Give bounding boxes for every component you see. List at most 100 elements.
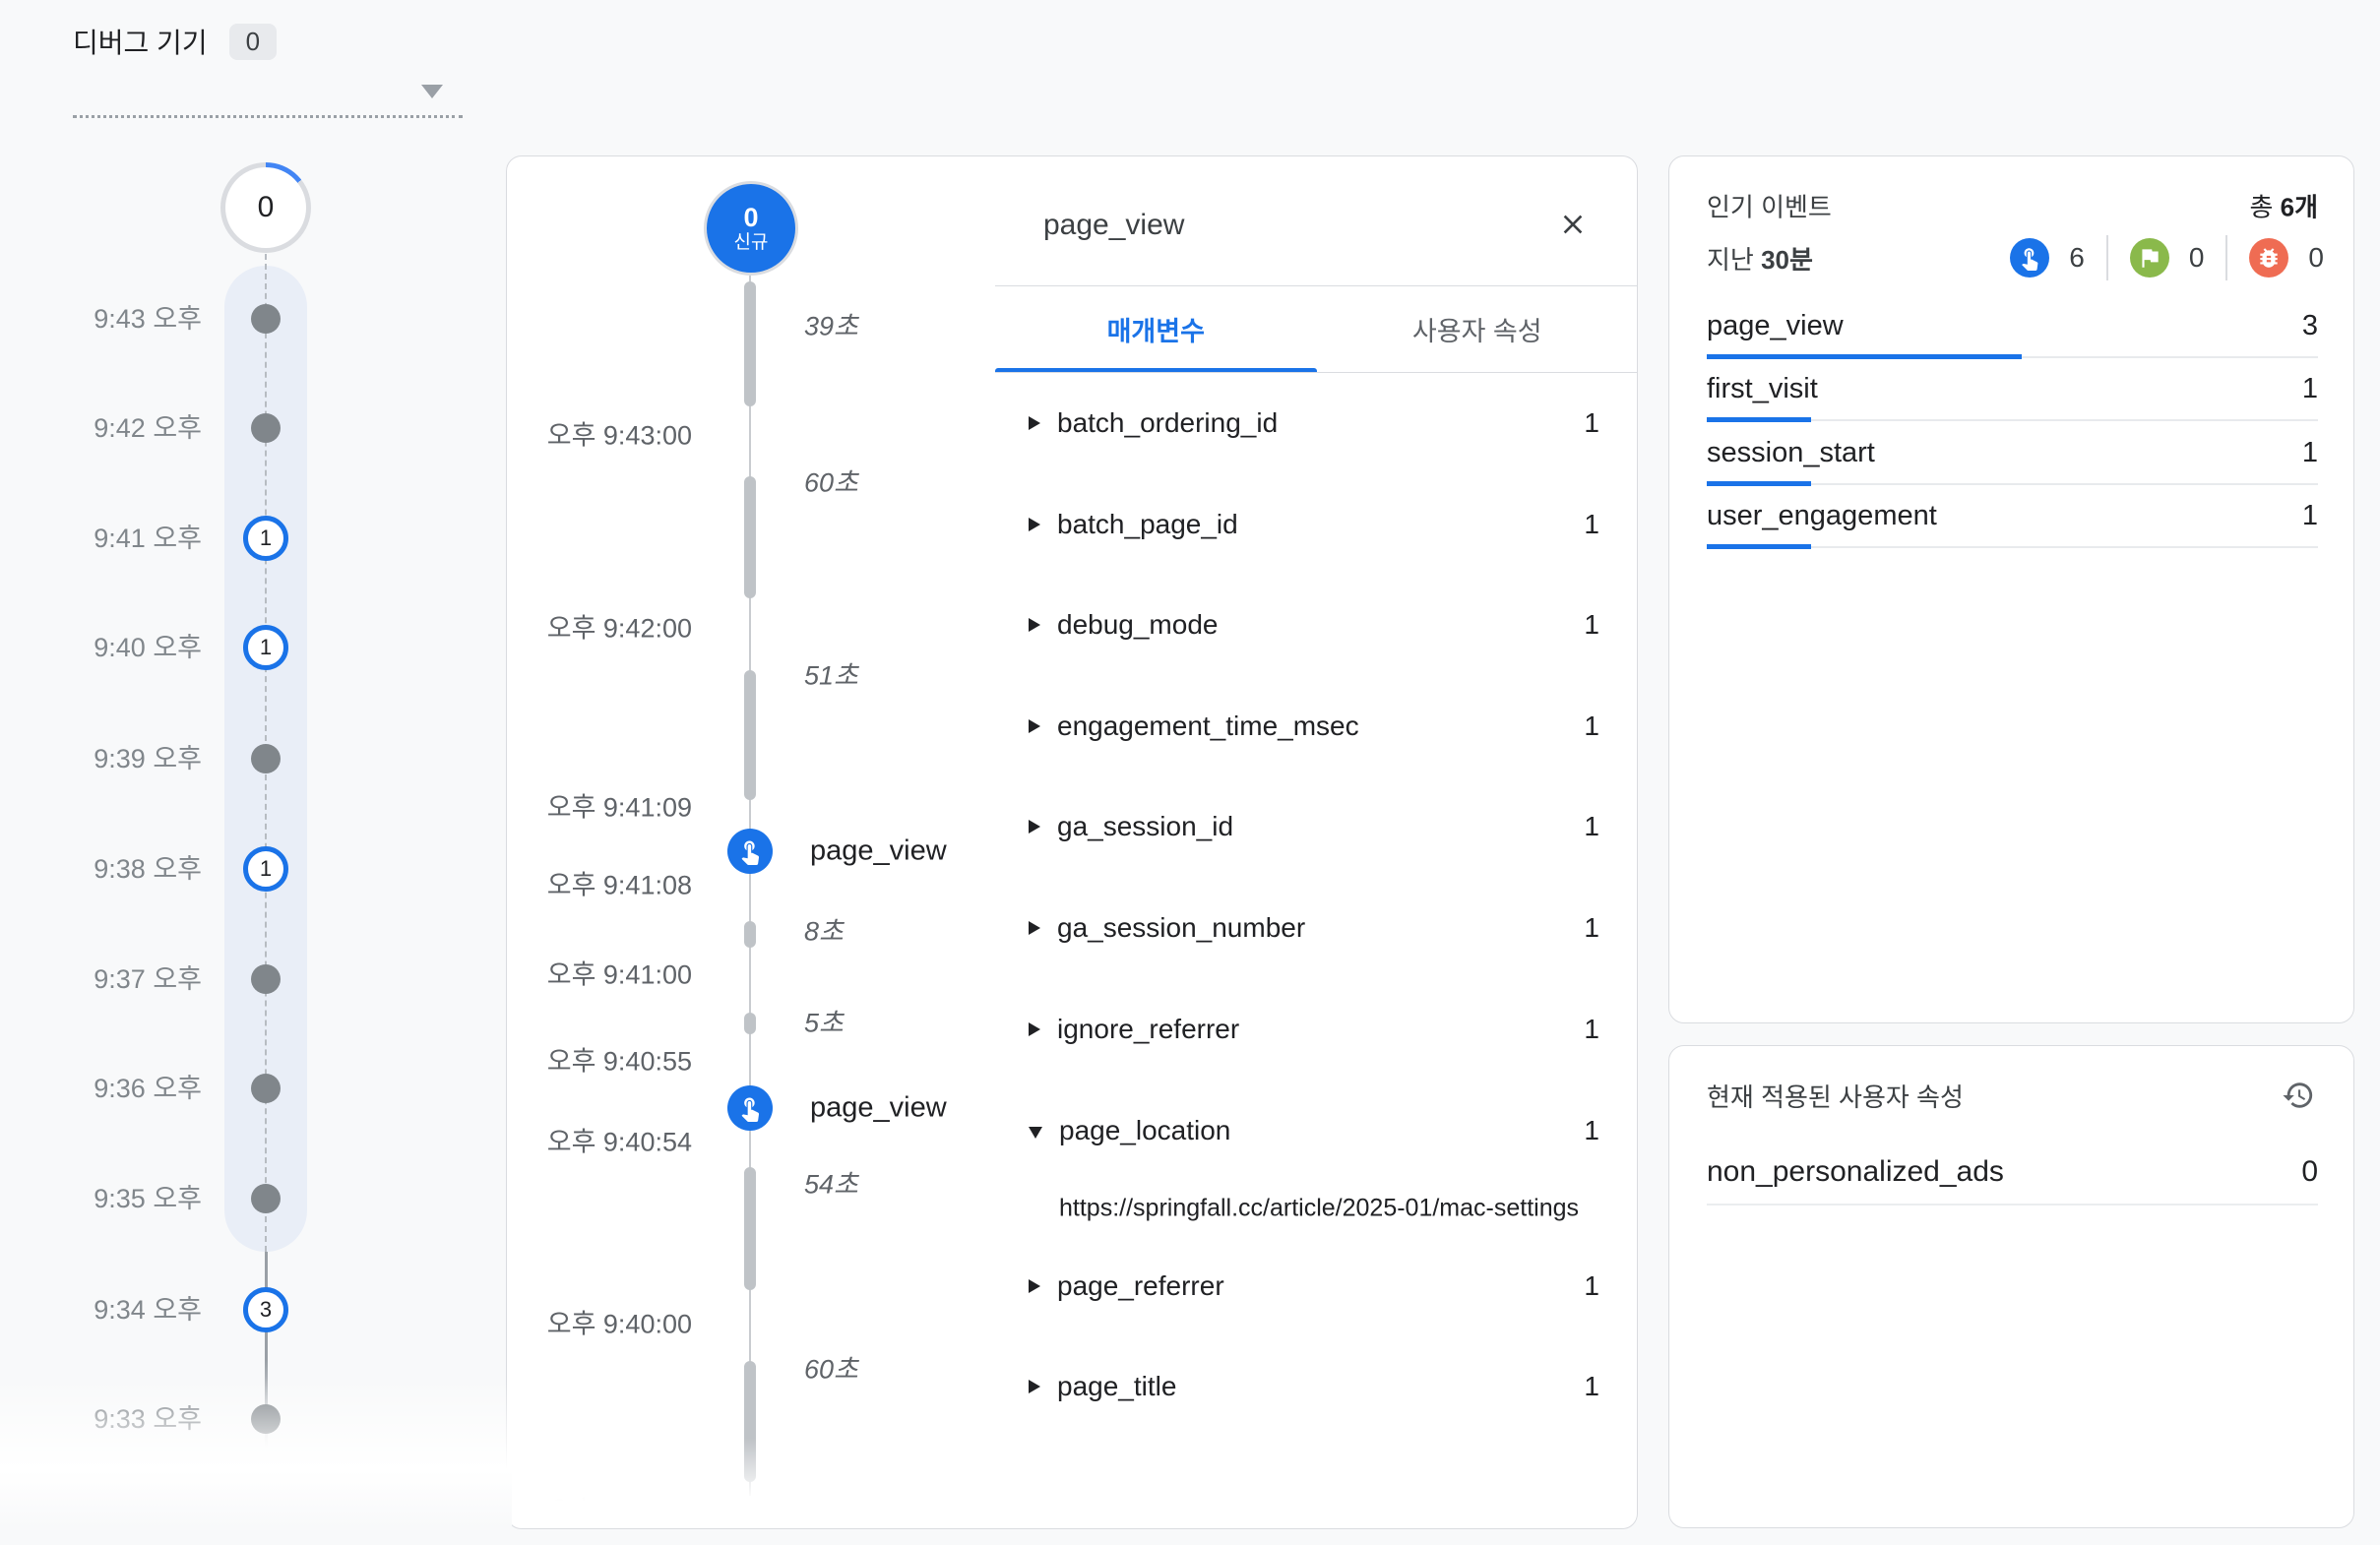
tick-time-label: 9:42 오후 bbox=[0, 404, 202, 452]
engagement-capsule bbox=[744, 670, 756, 800]
current-minute-counter-ring: 0 bbox=[220, 162, 311, 253]
event-bar-fill bbox=[1707, 481, 1811, 486]
tick-time-label: 9:37 오후 bbox=[0, 956, 202, 1003]
touch-event-icon[interactable] bbox=[727, 1085, 773, 1131]
user-property-separator bbox=[1707, 1204, 2318, 1205]
parameter-row[interactable]: page_title 1 bbox=[1029, 1371, 1599, 1402]
parameter-row[interactable]: page_location 1 bbox=[1029, 1115, 1599, 1146]
engagement-capsule bbox=[744, 476, 756, 598]
metric-counter[interactable]: 0 bbox=[2249, 238, 2324, 278]
metric-count: 0 bbox=[2308, 242, 2324, 274]
parameter-count: 1 bbox=[1584, 609, 1599, 641]
parameter-count: 1 bbox=[1584, 912, 1599, 944]
tick-count-marker[interactable]: 3 bbox=[243, 1287, 288, 1332]
timeline-tick[interactable]: 9:35 오후 bbox=[0, 1175, 512, 1222]
parameter-name: page_title bbox=[1057, 1371, 1176, 1402]
top-events-header: 인기 이벤트 총 6개 bbox=[1707, 188, 2318, 224]
timeline-tick[interactable]: 9:41 오후 1 bbox=[0, 515, 512, 562]
timeline-tick[interactable]: 9:37 오후 bbox=[0, 956, 512, 1003]
parameter-name: engagement_time_msec bbox=[1057, 711, 1359, 742]
parameter-name: ga_session_number bbox=[1057, 912, 1305, 944]
stream-event-name[interactable]: page_view bbox=[810, 1092, 947, 1125]
engagement-duration-label: 8초 bbox=[804, 910, 844, 949]
metric-divider bbox=[2225, 235, 2227, 280]
tick-count-marker[interactable]: 1 bbox=[243, 516, 288, 561]
expand-arrow-icon bbox=[1029, 1022, 1040, 1036]
parameter-count: 1 bbox=[1584, 509, 1599, 540]
timeline-bottom-fade bbox=[0, 1378, 512, 1545]
metric-counter[interactable]: 0 bbox=[2130, 238, 2205, 278]
event-count: 1 bbox=[2302, 437, 2318, 469]
tick-dot-marker[interactable] bbox=[251, 413, 281, 443]
tick-count-marker[interactable]: 1 bbox=[243, 625, 288, 670]
engagement-duration-label: 54초 bbox=[804, 1163, 858, 1202]
event-bar-fill bbox=[1707, 417, 1811, 422]
parameter-row[interactable]: debug_mode 1 bbox=[1029, 609, 1599, 641]
engagement-duration-label: 51초 bbox=[804, 654, 858, 693]
event-stream-line bbox=[749, 276, 751, 1496]
top-event-row[interactable]: first_visit 1 bbox=[1707, 362, 2318, 426]
close-icon bbox=[1557, 209, 1589, 240]
top-event-row[interactable]: session_start 1 bbox=[1707, 425, 2318, 489]
metric-divider bbox=[2106, 235, 2108, 280]
event-bar-fill bbox=[1707, 544, 1811, 549]
expand-arrow-icon bbox=[1029, 1127, 1042, 1139]
tick-time-label: 9:38 오후 bbox=[0, 845, 202, 893]
stream-timestamp: 오후 9:42:00 bbox=[507, 607, 692, 646]
close-button[interactable] bbox=[1551, 203, 1595, 246]
top-event-row[interactable]: page_view 3 bbox=[1707, 298, 2318, 362]
expand-arrow-icon bbox=[1029, 416, 1040, 430]
timeline-tick[interactable]: 9:36 오후 bbox=[0, 1065, 512, 1112]
top-event-row[interactable]: user_engagement 1 bbox=[1707, 489, 2318, 553]
parameter-row[interactable]: engagement_time_msec 1 bbox=[1029, 711, 1599, 742]
history-button[interactable] bbox=[2279, 1076, 2318, 1115]
tick-dot-marker[interactable] bbox=[251, 744, 281, 773]
parameter-row[interactable]: batch_page_id 1 bbox=[1029, 509, 1599, 540]
engagement-duration-label: 60초 bbox=[804, 462, 858, 500]
parameter-row[interactable]: ga_session_id 1 bbox=[1029, 811, 1599, 842]
stream-timestamp: 오후 9:40:00 bbox=[507, 1303, 692, 1341]
parameter-row[interactable]: ga_session_number 1 bbox=[1029, 912, 1599, 944]
parameter-count: 1 bbox=[1584, 1115, 1599, 1146]
engagement-duration-label: 5초 bbox=[804, 1002, 844, 1040]
user-property-name: non_personalized_ads bbox=[1707, 1155, 2004, 1189]
timeline-tick[interactable]: 9:39 오후 bbox=[0, 735, 512, 782]
parameter-count: 1 bbox=[1584, 711, 1599, 742]
top-events-subheader: 지난 30분 6 0 bbox=[1707, 235, 2324, 280]
top-events-title: 인기 이벤트 bbox=[1707, 188, 1832, 224]
timeline-tick[interactable]: 9:34 오후 3 bbox=[0, 1286, 512, 1333]
expand-arrow-icon bbox=[1029, 518, 1040, 531]
timeline-tick[interactable]: 9:43 오후 bbox=[0, 295, 512, 342]
tick-count-marker[interactable]: 1 bbox=[243, 846, 288, 892]
engagement-duration-label: 60초 bbox=[804, 1348, 858, 1387]
flag-icon bbox=[2130, 238, 2169, 278]
parameter-count: 1 bbox=[1584, 1270, 1599, 1302]
stream-timestamp: 오후 9:41:09 bbox=[507, 786, 692, 825]
detail-tab[interactable]: 사용자 속성 bbox=[1317, 286, 1639, 372]
top-events-list: page_view 3 first_visit 1 session_start bbox=[1707, 298, 2318, 552]
tick-dot-marker[interactable] bbox=[251, 1074, 281, 1103]
event-bar-fill bbox=[1707, 354, 2022, 359]
touch-event-icon[interactable] bbox=[727, 829, 773, 874]
card-bottom-fade bbox=[508, 1439, 980, 1527]
metric-counter[interactable]: 6 bbox=[2010, 238, 2085, 278]
metric-count: 6 bbox=[2069, 242, 2085, 274]
tick-dot-marker[interactable] bbox=[251, 304, 281, 334]
event-name: user_engagement bbox=[1707, 500, 1937, 532]
tick-dot-marker[interactable] bbox=[251, 1184, 281, 1213]
stream-event-name[interactable]: page_view bbox=[810, 835, 947, 868]
touch-icon bbox=[2010, 238, 2049, 278]
expand-arrow-icon bbox=[1029, 719, 1040, 733]
user-property-row[interactable]: non_personalized_ads 0 bbox=[1707, 1155, 2318, 1189]
timeline-tick[interactable]: 9:40 오후 1 bbox=[0, 624, 512, 671]
timeline-tick[interactable]: 9:42 오후 bbox=[0, 404, 512, 452]
user-properties-header: 현재 적용된 사용자 속성 bbox=[1707, 1076, 2318, 1115]
parameter-row[interactable]: ignore_referrer 1 bbox=[1029, 1014, 1599, 1045]
timeline-tick[interactable]: 9:38 오후 1 bbox=[0, 845, 512, 893]
parameter-row[interactable]: batch_ordering_id 1 bbox=[1029, 407, 1599, 439]
parameter-row[interactable]: page_referrer 1 bbox=[1029, 1270, 1599, 1302]
detail-tab[interactable]: 매개변수 bbox=[995, 286, 1317, 372]
tick-dot-marker[interactable] bbox=[251, 964, 281, 994]
parameter-count: 1 bbox=[1584, 407, 1599, 439]
parameter-name: page_referrer bbox=[1057, 1270, 1224, 1302]
